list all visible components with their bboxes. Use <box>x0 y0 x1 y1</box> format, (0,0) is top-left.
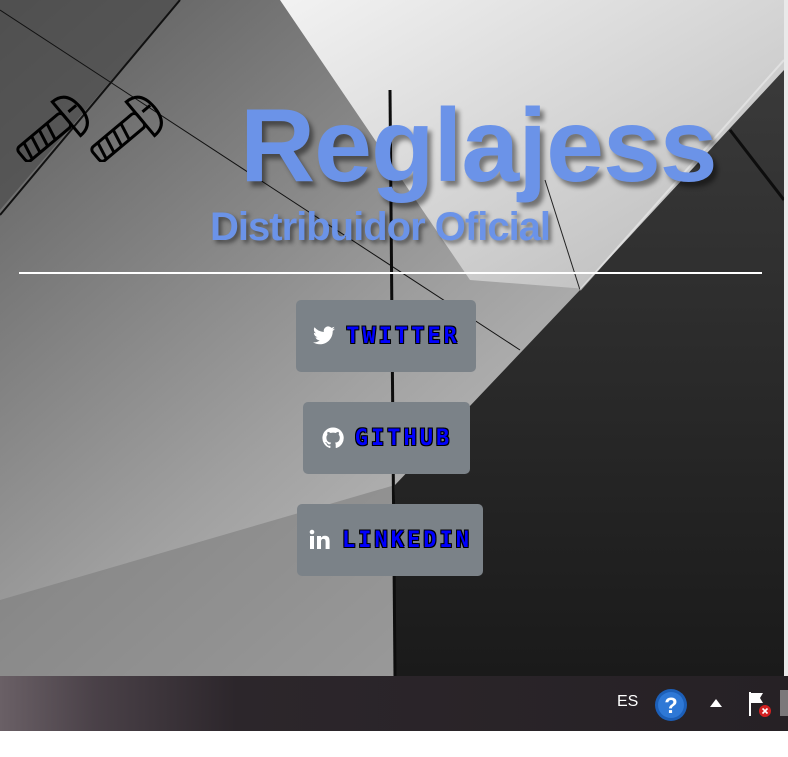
vertical-scrollbar[interactable] <box>784 0 788 676</box>
linkedin-label: LINKEDIN <box>342 527 472 553</box>
linkedin-icon <box>309 529 330 549</box>
windows-taskbar: ES ? <box>0 676 788 731</box>
taskbar-edge-icon[interactable] <box>780 690 788 716</box>
linkedin-button[interactable]: LINKEDIN <box>297 504 483 576</box>
github-button[interactable]: GITHUB <box>303 402 470 474</box>
twitter-label: TWITTER <box>346 323 460 349</box>
github-label: GITHUB <box>354 425 453 451</box>
brand-tagline: Distribuidor Oficial <box>210 205 551 249</box>
header-divider <box>19 272 762 274</box>
brand-title: Reglajess <box>240 88 718 204</box>
screws-icon <box>16 95 163 162</box>
show-hidden-icons-arrow[interactable] <box>709 698 723 708</box>
landing-page: Reglajess Distribuidor Oficial TWITTER G… <box>0 0 784 676</box>
twitter-button[interactable]: TWITTER <box>296 300 476 372</box>
github-icon <box>322 427 344 449</box>
bottom-blank-area <box>0 731 788 757</box>
action-center-flag-icon[interactable] <box>746 690 772 718</box>
help-icon[interactable]: ? <box>654 688 688 722</box>
twitter-icon <box>313 326 336 345</box>
svg-text:?: ? <box>664 693 677 718</box>
language-indicator[interactable]: ES <box>617 693 638 711</box>
